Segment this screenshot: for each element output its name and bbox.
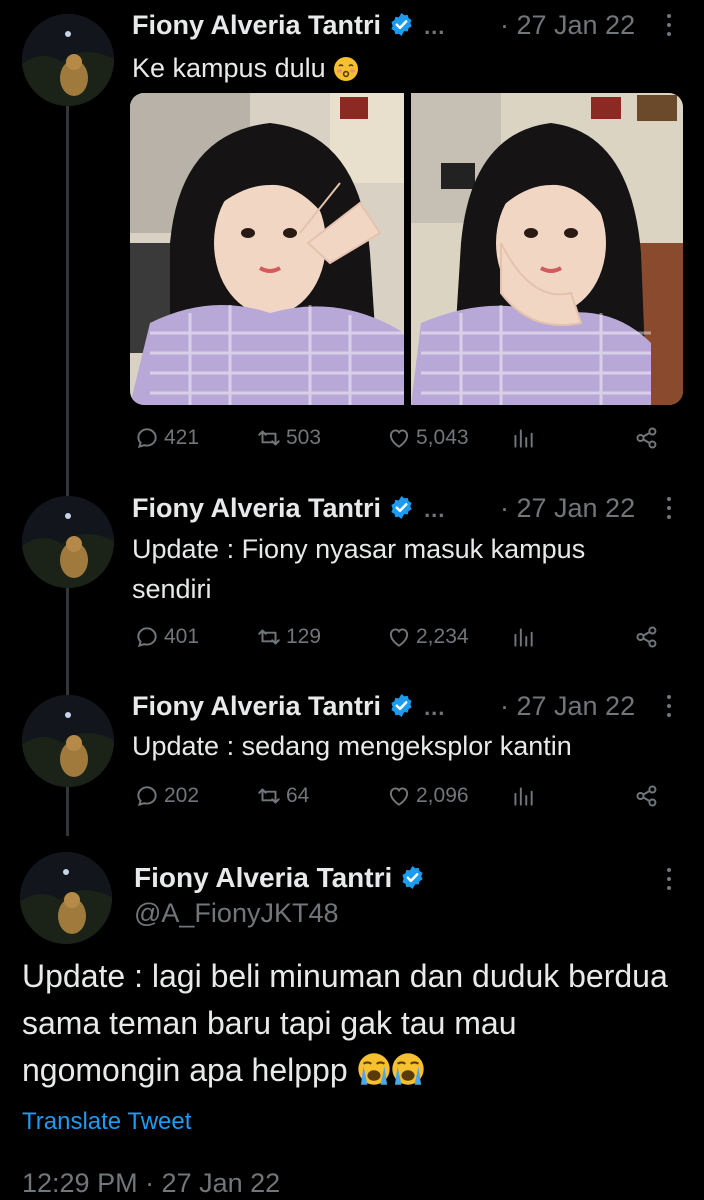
tweet-timestamp[interactable]: 12:29 PM · 27 Jan 22 bbox=[22, 1168, 280, 1199]
tweet-date[interactable]: · 27 Jan 22 bbox=[500, 10, 635, 41]
reply-button[interactable]: 401 bbox=[134, 624, 199, 650]
display-name[interactable]: Fiony Alveria Tantri... bbox=[132, 10, 445, 41]
loudly-crying-face-emoji bbox=[357, 1052, 391, 1099]
verified-badge-icon bbox=[389, 495, 414, 520]
retweet-button[interactable]: 503 bbox=[256, 425, 321, 451]
verified-badge-icon bbox=[389, 12, 414, 37]
reply-icon bbox=[137, 627, 157, 648]
avatar[interactable] bbox=[20, 852, 112, 944]
avatar[interactable] bbox=[22, 496, 114, 588]
more-options-icon[interactable] bbox=[666, 14, 672, 40]
like-count: 2,234 bbox=[416, 625, 469, 648]
share-icon bbox=[636, 626, 657, 648]
share-button[interactable] bbox=[634, 425, 664, 451]
avatar[interactable] bbox=[22, 695, 114, 787]
analytics-icon bbox=[514, 628, 533, 647]
name-truncation: ... bbox=[424, 497, 446, 522]
retweet-count: 64 bbox=[286, 784, 310, 807]
translate-tweet-link[interactable]: Translate Tweet bbox=[22, 1108, 191, 1136]
retweet-button[interactable]: 64 bbox=[256, 783, 309, 809]
share-button[interactable] bbox=[634, 783, 664, 809]
analytics-button[interactable] bbox=[510, 783, 540, 809]
tweet-text: Ke kampus dulu bbox=[132, 48, 359, 93]
loudly-crying-face-emoji bbox=[391, 1052, 425, 1099]
reply-icon bbox=[137, 786, 157, 807]
display-name[interactable]: Fiony Alveria Tantri bbox=[134, 862, 425, 894]
avatar[interactable] bbox=[22, 14, 114, 106]
reply-count: 202 bbox=[164, 784, 200, 807]
tweet-photo-2[interactable] bbox=[411, 93, 683, 405]
retweet-count: 503 bbox=[286, 426, 322, 449]
user-handle[interactable]: @A_FionyJKT48 bbox=[134, 898, 339, 929]
like-icon bbox=[389, 429, 409, 448]
analytics-icon bbox=[514, 787, 533, 806]
share-button[interactable] bbox=[634, 624, 664, 650]
display-name[interactable]: Fiony Alveria Tantri... bbox=[132, 493, 445, 524]
like-count: 5,043 bbox=[416, 426, 469, 449]
reply-count: 421 bbox=[164, 426, 200, 449]
tweet-text: Update : sedang mengeksplor kantin bbox=[132, 731, 572, 761]
retweet-button[interactable]: 129 bbox=[256, 624, 321, 650]
tweet-text: Update : Fiony nyasar masuk kampus sendi… bbox=[132, 534, 586, 604]
tweet-actions: 401 129 2,234 bbox=[134, 624, 684, 654]
like-button[interactable]: 2,234 bbox=[386, 624, 469, 650]
reply-icon bbox=[137, 428, 157, 449]
like-button[interactable]: 2,096 bbox=[386, 783, 469, 809]
name-truncation: ... bbox=[424, 695, 446, 720]
retweet-count: 129 bbox=[286, 625, 322, 648]
verified-badge-icon bbox=[389, 693, 414, 718]
retweet-icon bbox=[258, 629, 280, 645]
more-options-icon[interactable] bbox=[666, 497, 672, 523]
kissing-face-emoji bbox=[333, 53, 359, 93]
reply-button[interactable]: 421 bbox=[134, 425, 199, 451]
retweet-icon bbox=[258, 788, 280, 804]
more-options-icon[interactable] bbox=[666, 868, 672, 894]
tweet-text: Update : lagi beli minuman dan duduk ber… bbox=[22, 953, 682, 1099]
tweet-actions: 421 503 5,043 bbox=[134, 425, 684, 455]
tweet-photo-1[interactable] bbox=[130, 93, 404, 405]
display-name[interactable]: Fiony Alveria Tantri... bbox=[132, 691, 445, 722]
verified-badge-icon bbox=[400, 865, 425, 890]
like-icon bbox=[389, 628, 409, 647]
like-button[interactable]: 5,043 bbox=[386, 425, 469, 451]
tweet-actions: 202 64 2,096 bbox=[134, 783, 684, 813]
analytics-icon bbox=[514, 429, 533, 448]
reply-count: 401 bbox=[164, 625, 200, 648]
more-options-icon[interactable] bbox=[666, 695, 672, 721]
share-icon bbox=[636, 427, 657, 449]
like-icon bbox=[389, 787, 409, 806]
share-icon bbox=[636, 785, 657, 807]
like-count: 2,096 bbox=[416, 784, 469, 807]
tweet-date[interactable]: · 27 Jan 22 bbox=[500, 691, 635, 722]
analytics-button[interactable] bbox=[510, 425, 540, 451]
tweet-date[interactable]: · 27 Jan 22 bbox=[500, 493, 635, 524]
name-truncation: ... bbox=[424, 14, 446, 39]
reply-button[interactable]: 202 bbox=[134, 783, 199, 809]
analytics-button[interactable] bbox=[510, 624, 540, 650]
retweet-icon bbox=[258, 430, 280, 446]
